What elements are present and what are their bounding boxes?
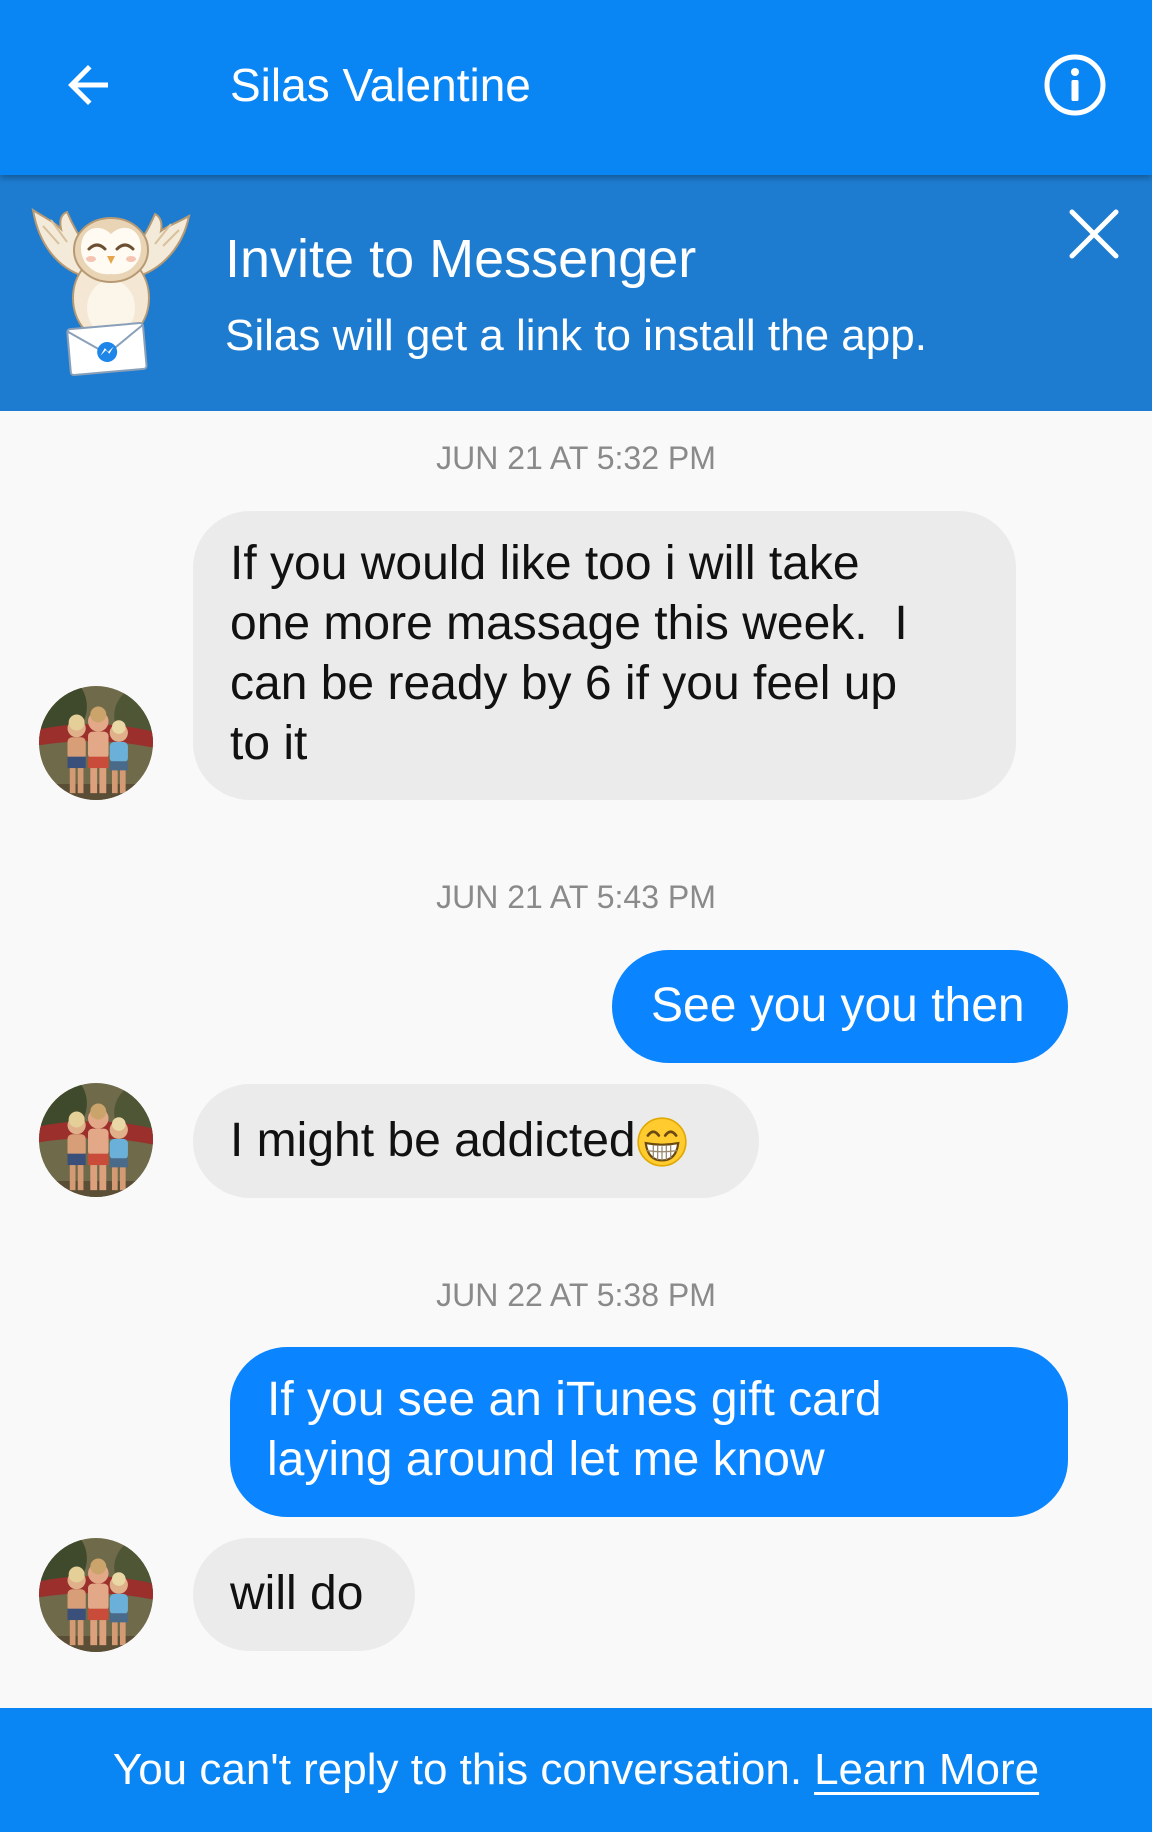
grinning-face-with-smiling-eyes-icon xyxy=(636,1117,687,1167)
close-icon[interactable] xyxy=(1064,204,1124,264)
contact-name-title: Silas Valentine xyxy=(230,59,531,111)
invite-title: Invite to Messenger xyxy=(225,229,697,289)
message-line: See you you then xyxy=(651,979,1025,1032)
close-banner-button[interactable] xyxy=(1064,204,1124,264)
message-line: to it xyxy=(230,717,308,770)
back-button[interactable] xyxy=(58,55,118,115)
message-line: laying around let me know xyxy=(267,1433,825,1486)
invite-banner[interactable]: Invite to Messenger Silas will get a lin… xyxy=(0,175,1152,411)
learn-more-link[interactable]: Learn More xyxy=(814,1745,1039,1794)
grinning-face-emoji xyxy=(636,1116,688,1168)
received-message-bubble[interactable]: If you would like too i will take one mo… xyxy=(193,511,1016,800)
conversation-header: Silas Valentine xyxy=(0,0,1152,175)
sent-message-bubble[interactable]: If you see an iTunes gift card laying ar… xyxy=(230,1347,1068,1517)
owl-with-envelope-icon xyxy=(31,207,191,376)
contact-photo-avatar-icon xyxy=(39,686,153,800)
timestamp: JUN 22 AT 5:38 PM xyxy=(436,1277,716,1313)
message-line: will do xyxy=(230,1567,364,1620)
contact-avatar[interactable] xyxy=(39,1538,153,1652)
message-line: If you would like too i will take xyxy=(230,537,860,590)
received-message-bubble[interactable]: I might be addicted xyxy=(193,1084,759,1198)
message-line: I might be addicted xyxy=(230,1111,722,1171)
timestamp: JUN 21 AT 5:43 PM xyxy=(436,879,716,915)
info-button[interactable] xyxy=(1042,52,1108,118)
message-thread[interactable]: JUN 21 AT 5:32 PM If you would like too … xyxy=(0,411,1152,1708)
back-arrow-icon[interactable] xyxy=(58,55,118,115)
contact-photo-avatar-icon xyxy=(39,1538,153,1652)
message-text: I might be addicted xyxy=(230,1114,636,1167)
info-icon[interactable] xyxy=(1042,52,1108,118)
cannot-reply-footer: You can't reply to this conversation. Lea… xyxy=(0,1708,1152,1832)
contact-avatar[interactable] xyxy=(39,686,153,800)
invite-subtitle: Silas will get a link to install the app… xyxy=(225,311,927,360)
contact-photo-avatar-icon xyxy=(39,1083,153,1197)
contact-avatar[interactable] xyxy=(39,1083,153,1197)
message-line: If you see an iTunes gift card xyxy=(267,1373,882,1426)
message-line: can be ready by 6 if you feel up xyxy=(230,657,898,710)
timestamp: JUN 21 AT 5:32 PM xyxy=(436,440,716,476)
cannot-reply-notice: You can't reply to this conversation. xyxy=(112,1745,803,1794)
received-message-bubble[interactable]: will do xyxy=(193,1538,415,1651)
sent-message-bubble[interactable]: See you you then xyxy=(612,950,1068,1063)
owl-illustration xyxy=(29,204,193,376)
message-line: one more massage this week. I xyxy=(230,597,908,650)
